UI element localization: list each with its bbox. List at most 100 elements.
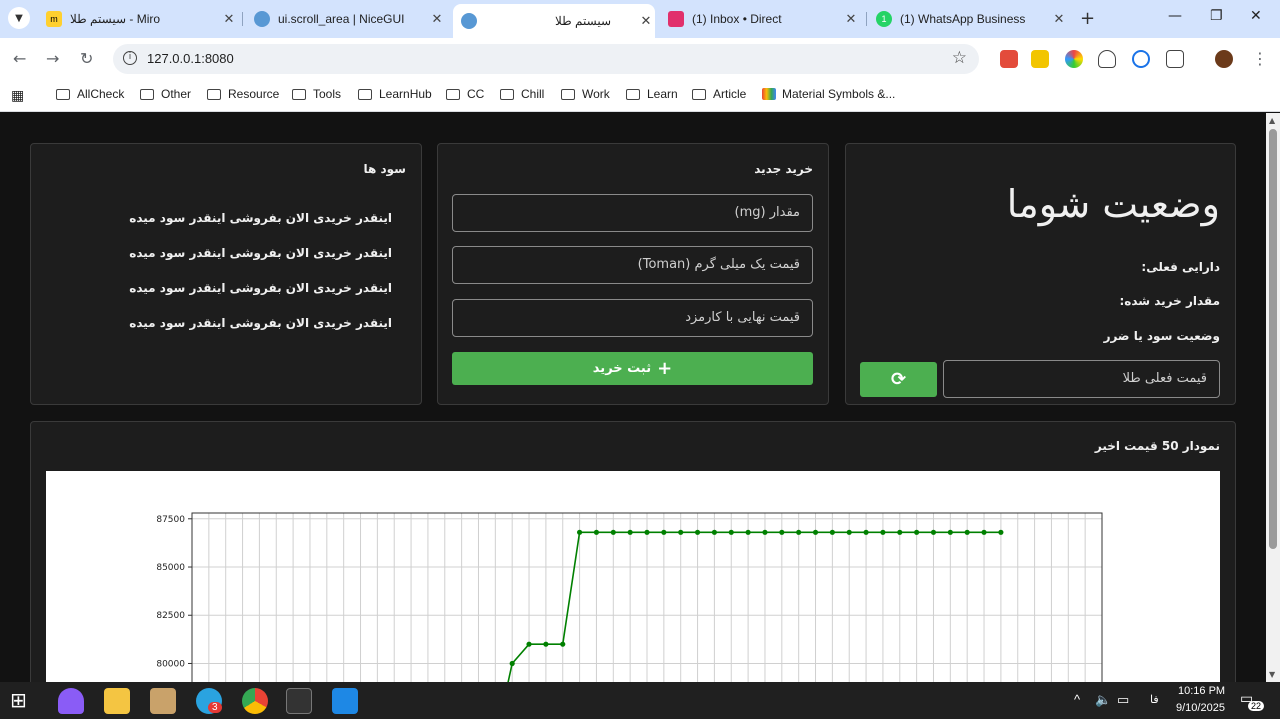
back-icon[interactable]: ←	[13, 49, 26, 68]
extensions-puzzle-icon[interactable]	[1166, 50, 1184, 68]
tab-gold-system[interactable]: سیستم طلا ✕	[453, 4, 655, 38]
price-data-point	[560, 641, 566, 647]
price-data-point	[526, 641, 532, 647]
price-data-point	[644, 529, 650, 535]
input-placeholder: قیمت یک میلی گرم (Toman)	[637, 257, 800, 272]
tab-search-dropdown[interactable]: ▼	[8, 7, 30, 29]
y-tick-label: 80000	[156, 659, 185, 669]
tab-nicegui[interactable]: ui.scroll_area | NiceGUI ✕	[246, 6, 446, 32]
extension-icon[interactable]	[1000, 50, 1018, 68]
scroll-down-icon[interactable]: ▼	[1269, 670, 1275, 679]
bookmark-label: Material Symbols &...	[782, 87, 896, 101]
input-placeholder: قیمت نهایی با کارمزد	[685, 310, 800, 325]
purchase-card: خرید جدید مقدار (mg) قیمت یک میلی گرم (T…	[437, 143, 829, 405]
windows-start-icon[interactable]: ⊞	[10, 688, 36, 714]
close-icon[interactable]: ✕	[842, 11, 860, 27]
amount-input[interactable]: مقدار (mg)	[452, 194, 813, 232]
tab-title: (1) WhatsApp Business	[900, 12, 1026, 26]
bookmarks-bar: ▦ AllCheck Other Resource Tools LearnHub…	[0, 80, 1280, 112]
tab-whatsapp[interactable]: 1 (1) WhatsApp Business ✕	[868, 6, 1068, 32]
bookmark-resource[interactable]: Resource	[207, 87, 279, 101]
browser-tab-bar: ▼ m سیستم طلا - Miro ✕ ui.scroll_area | …	[0, 0, 1280, 38]
file-explorer-icon[interactable]	[104, 688, 130, 714]
bookmark-label: Article	[713, 87, 747, 101]
site-info-icon[interactable]: i	[123, 51, 137, 65]
volume-icon[interactable]: 🔈	[1095, 692, 1111, 708]
bookmark-learnhub[interactable]: LearnHub	[358, 87, 432, 101]
color-picker-icon[interactable]	[1065, 50, 1083, 68]
price-data-point	[829, 529, 835, 535]
price-data-point	[576, 529, 583, 535]
status-title: وضعیت شوما	[1006, 182, 1220, 226]
y-tick-label: 82500	[156, 611, 185, 621]
language-indicator[interactable]: فا	[1150, 693, 1159, 706]
price-per-mg-input[interactable]: قیمت یک میلی گرم (Toman)	[452, 246, 813, 284]
bookmark-chill[interactable]: Chill	[500, 87, 544, 101]
bookmark-learn[interactable]: Learn	[626, 87, 678, 101]
bookmark-allcheck[interactable]: AllCheck	[56, 87, 124, 101]
bookmark-cc[interactable]: CC	[446, 87, 484, 101]
close-icon[interactable]: ✕	[637, 13, 655, 29]
price-data-point	[880, 529, 886, 535]
network-icon[interactable]: ▭	[1117, 692, 1129, 708]
bookmark-label: LearnHub	[379, 87, 432, 101]
scrollbar-thumb[interactable]	[1269, 129, 1277, 549]
close-icon[interactable]: ✕	[220, 11, 238, 27]
bookmark-article[interactable]: Article	[692, 87, 746, 101]
final-price-input[interactable]: قیمت نهایی با کارمزد	[452, 299, 813, 337]
terminal-icon[interactable]	[286, 688, 312, 714]
bookmark-material-symbols[interactable]: Material Symbols &...	[762, 87, 895, 101]
cloud-icon[interactable]	[1098, 50, 1116, 68]
price-data-point	[812, 529, 819, 535]
price-data-point	[998, 529, 1004, 535]
bought-amount-label: مقدار خرید شده:	[1119, 294, 1220, 308]
folder-icon	[207, 88, 221, 100]
app-icon[interactable]	[58, 688, 84, 714]
clock-time[interactable]: 10:16 PM	[1178, 685, 1225, 697]
close-window-icon[interactable]: ✕	[1250, 8, 1262, 24]
bookmark-work[interactable]: Work	[561, 87, 610, 101]
maximize-icon[interactable]: ❐	[1210, 8, 1223, 24]
extension-icon[interactable]	[1132, 50, 1150, 68]
apps-grid-icon[interactable]: ▦	[11, 87, 24, 104]
clock-date[interactable]: 9/10/2025	[1176, 702, 1225, 714]
tab-instagram[interactable]: (1) Inbox • Direct ✕	[660, 6, 860, 32]
bookmark-star-icon[interactable]: ☆	[952, 48, 967, 68]
tab-miro[interactable]: m سیستم طلا - Miro ✕	[38, 6, 238, 32]
vscode-icon[interactable]	[332, 688, 358, 714]
bookmark-label: Chill	[521, 87, 545, 101]
price-data-point	[593, 529, 600, 535]
folder-icon	[692, 88, 706, 100]
reload-icon[interactable]: ↻	[80, 49, 93, 68]
telegram-badge: 3	[208, 702, 222, 713]
bookmark-tools[interactable]: Tools	[292, 87, 341, 101]
app-icon[interactable]	[150, 688, 176, 714]
material-icon	[762, 88, 776, 100]
tab-separator	[242, 12, 243, 26]
minimize-icon[interactable]: —	[1168, 8, 1182, 24]
chart-title: نمودار 50 قیمت اخیر	[1094, 439, 1220, 453]
profit-item: اینقدر خریدی الان بفروشی اینقدر سود میده	[129, 281, 392, 295]
bookmark-other[interactable]: Other	[140, 87, 191, 101]
menu-icon[interactable]: ⋮	[1252, 49, 1268, 68]
profit-loss-label: وضعیت سود یا ضرر	[1103, 329, 1220, 343]
forward-icon[interactable]: →	[46, 49, 59, 68]
chevron-up-icon[interactable]: ^	[1074, 692, 1080, 707]
new-tab-icon[interactable]: +	[1080, 8, 1095, 29]
miro-icon: m	[46, 11, 62, 27]
tab-title: (1) Inbox • Direct	[692, 12, 782, 26]
current-assets-label: دارایی فعلی:	[1141, 260, 1220, 274]
gold-price-input[interactable]: قیمت فعلی طلا	[943, 360, 1220, 398]
close-icon[interactable]: ✕	[1050, 11, 1068, 27]
chrome-icon[interactable]	[242, 688, 268, 714]
submit-purchase-button[interactable]: + ثبت خرید	[452, 352, 813, 385]
avatar[interactable]	[1215, 50, 1233, 68]
close-icon[interactable]: ✕	[428, 11, 446, 27]
page-scrollbar[interactable]: ▲ ▼	[1266, 113, 1280, 682]
scroll-up-icon[interactable]: ▲	[1269, 116, 1275, 125]
refresh-button[interactable]: ⟳	[860, 362, 937, 397]
profit-item: اینقدر خریدی الان بفروشی اینقدر سود میده	[129, 246, 392, 260]
address-bar[interactable]: i 127.0.0.1:8080 ☆	[113, 44, 979, 74]
extension-icon[interactable]	[1031, 50, 1049, 68]
folder-icon	[446, 88, 460, 100]
